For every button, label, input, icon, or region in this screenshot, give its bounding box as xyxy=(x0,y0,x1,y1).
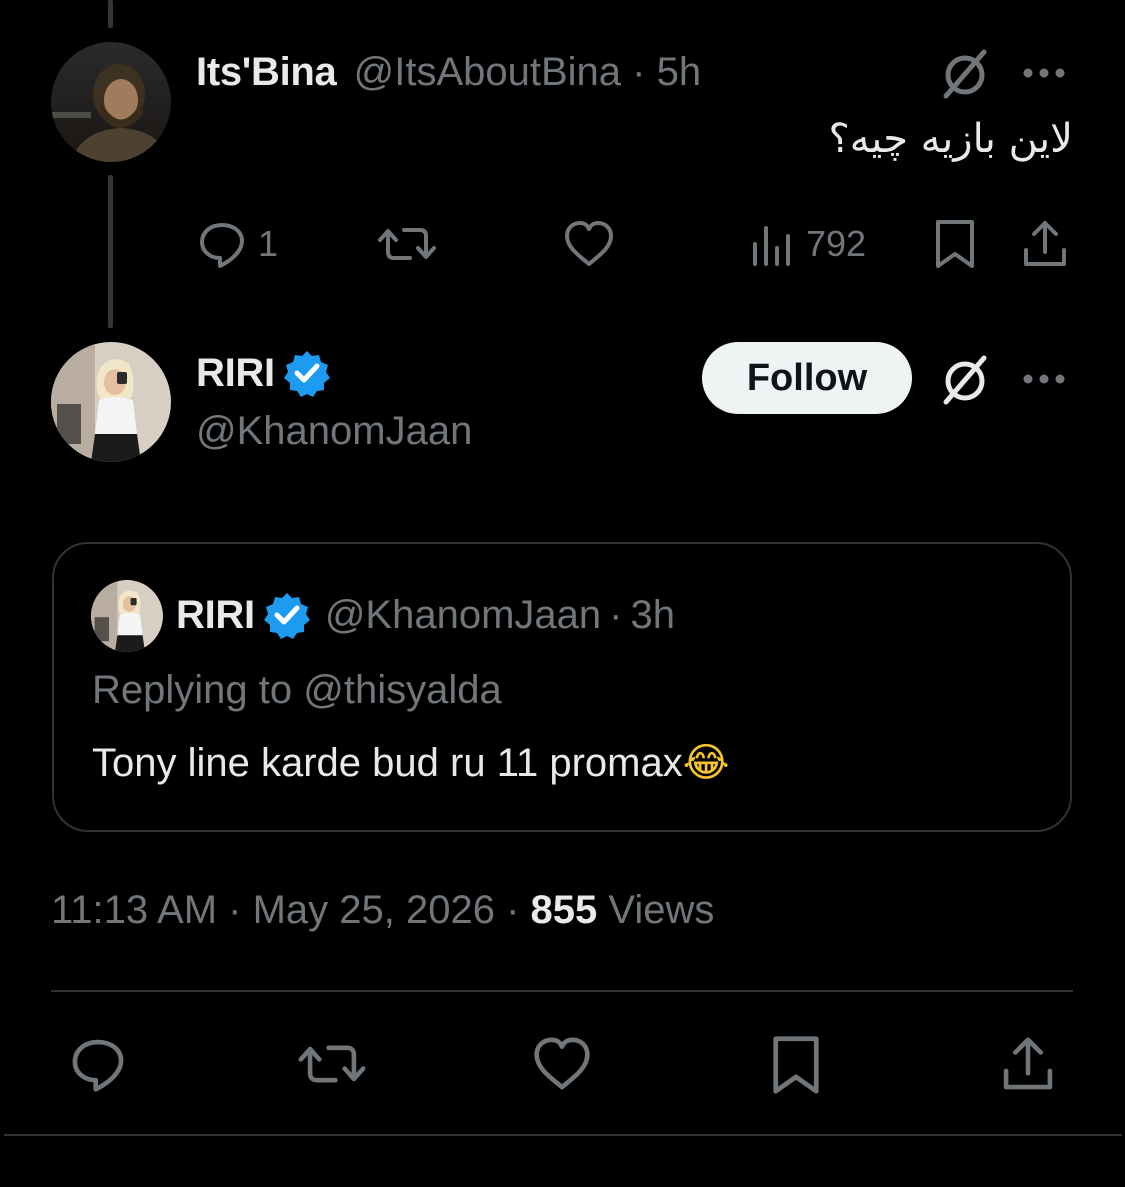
share-button[interactable] xyxy=(998,1034,1058,1094)
views-icon xyxy=(753,226,790,266)
thread-line-middle xyxy=(108,175,113,328)
avatar-itsbina[interactable] xyxy=(51,42,171,162)
reply-icon xyxy=(72,1039,124,1092)
verified-icon xyxy=(283,351,330,397)
share-icon xyxy=(1003,1037,1053,1090)
views-number: 855 xyxy=(530,888,598,932)
more-icon[interactable] xyxy=(1020,364,1070,394)
share-button[interactable] xyxy=(1020,218,1070,270)
quoted-display-name: RIRI xyxy=(176,592,255,637)
separator-dot: · xyxy=(609,592,623,637)
main-display-name-row: RIRI xyxy=(196,348,331,398)
quoted-time: 3h xyxy=(630,592,675,637)
more-icon[interactable] xyxy=(1020,58,1070,88)
like-icon xyxy=(534,1037,590,1090)
bookmark-button[interactable] xyxy=(768,1034,824,1096)
handle[interactable]: @ItsAboutBina xyxy=(354,50,621,94)
quoted-header: RIRI @KhanomJaan · 3h xyxy=(176,590,675,640)
follow-button[interactable]: Follow xyxy=(702,342,912,414)
display-name[interactable]: Its'Bina xyxy=(196,50,337,94)
thread-line-top xyxy=(108,0,113,28)
divider-top xyxy=(51,990,1073,992)
bookmark-icon xyxy=(773,1036,819,1094)
timestamp[interactable]: 5h xyxy=(657,50,702,94)
reply-tweet-text: لاین بازیه چیه؟ xyxy=(828,116,1073,162)
laughing-emoji: 😂 xyxy=(682,740,730,786)
separator-dot: · xyxy=(632,50,646,94)
like-button[interactable] xyxy=(530,1034,594,1094)
quoted-avatar-riri xyxy=(91,580,163,652)
like-icon xyxy=(565,221,613,266)
avatar-riri[interactable] xyxy=(51,342,171,462)
retweet-button[interactable] xyxy=(376,218,438,270)
quoted-tweet-text: Tony line karde bud ru 11 promax xyxy=(92,741,683,785)
grok-icon[interactable] xyxy=(938,46,992,100)
reply-button[interactable] xyxy=(66,1034,130,1094)
retweet-icon xyxy=(298,1045,366,1083)
grok-icon[interactable] xyxy=(938,352,992,406)
retweet-icon xyxy=(378,228,436,260)
reply-button[interactable]: 1 xyxy=(196,218,278,270)
divider-bottom xyxy=(4,1134,1122,1136)
quoted-handle: @KhanomJaan xyxy=(324,592,602,637)
replying-to: Replying to @thisyalda xyxy=(92,668,502,712)
views-button[interactable]: 792 xyxy=(750,218,866,270)
reply-count: 1 xyxy=(258,223,279,264)
timestamp[interactable]: 11:13 AM · May 25, 2026 · xyxy=(51,888,531,932)
reply-header: Its'Bina @ItsAboutBina · 5h xyxy=(196,48,701,96)
verified-icon xyxy=(263,593,310,639)
like-button[interactable] xyxy=(562,218,616,270)
quoted-tweet-card[interactable]: RIRI @KhanomJaan · 3h Replying to @thisy… xyxy=(52,542,1072,832)
timestamp-row: 11:13 AM · May 25, 2026 · 855 Views xyxy=(51,888,714,933)
view-count: 792 xyxy=(806,223,867,264)
quoted-tweet-text-row: Tony line karde bud ru 11 promax😂 xyxy=(92,740,729,786)
views-label: Views xyxy=(597,888,715,932)
share-icon xyxy=(1024,221,1066,266)
bookmark-icon xyxy=(936,220,974,268)
display-name[interactable]: RIRI xyxy=(196,351,275,396)
retweet-button[interactable] xyxy=(296,1034,368,1094)
bookmark-button[interactable] xyxy=(932,218,978,270)
reply-icon xyxy=(200,223,244,268)
main-handle[interactable]: @KhanomJaan xyxy=(196,407,472,455)
